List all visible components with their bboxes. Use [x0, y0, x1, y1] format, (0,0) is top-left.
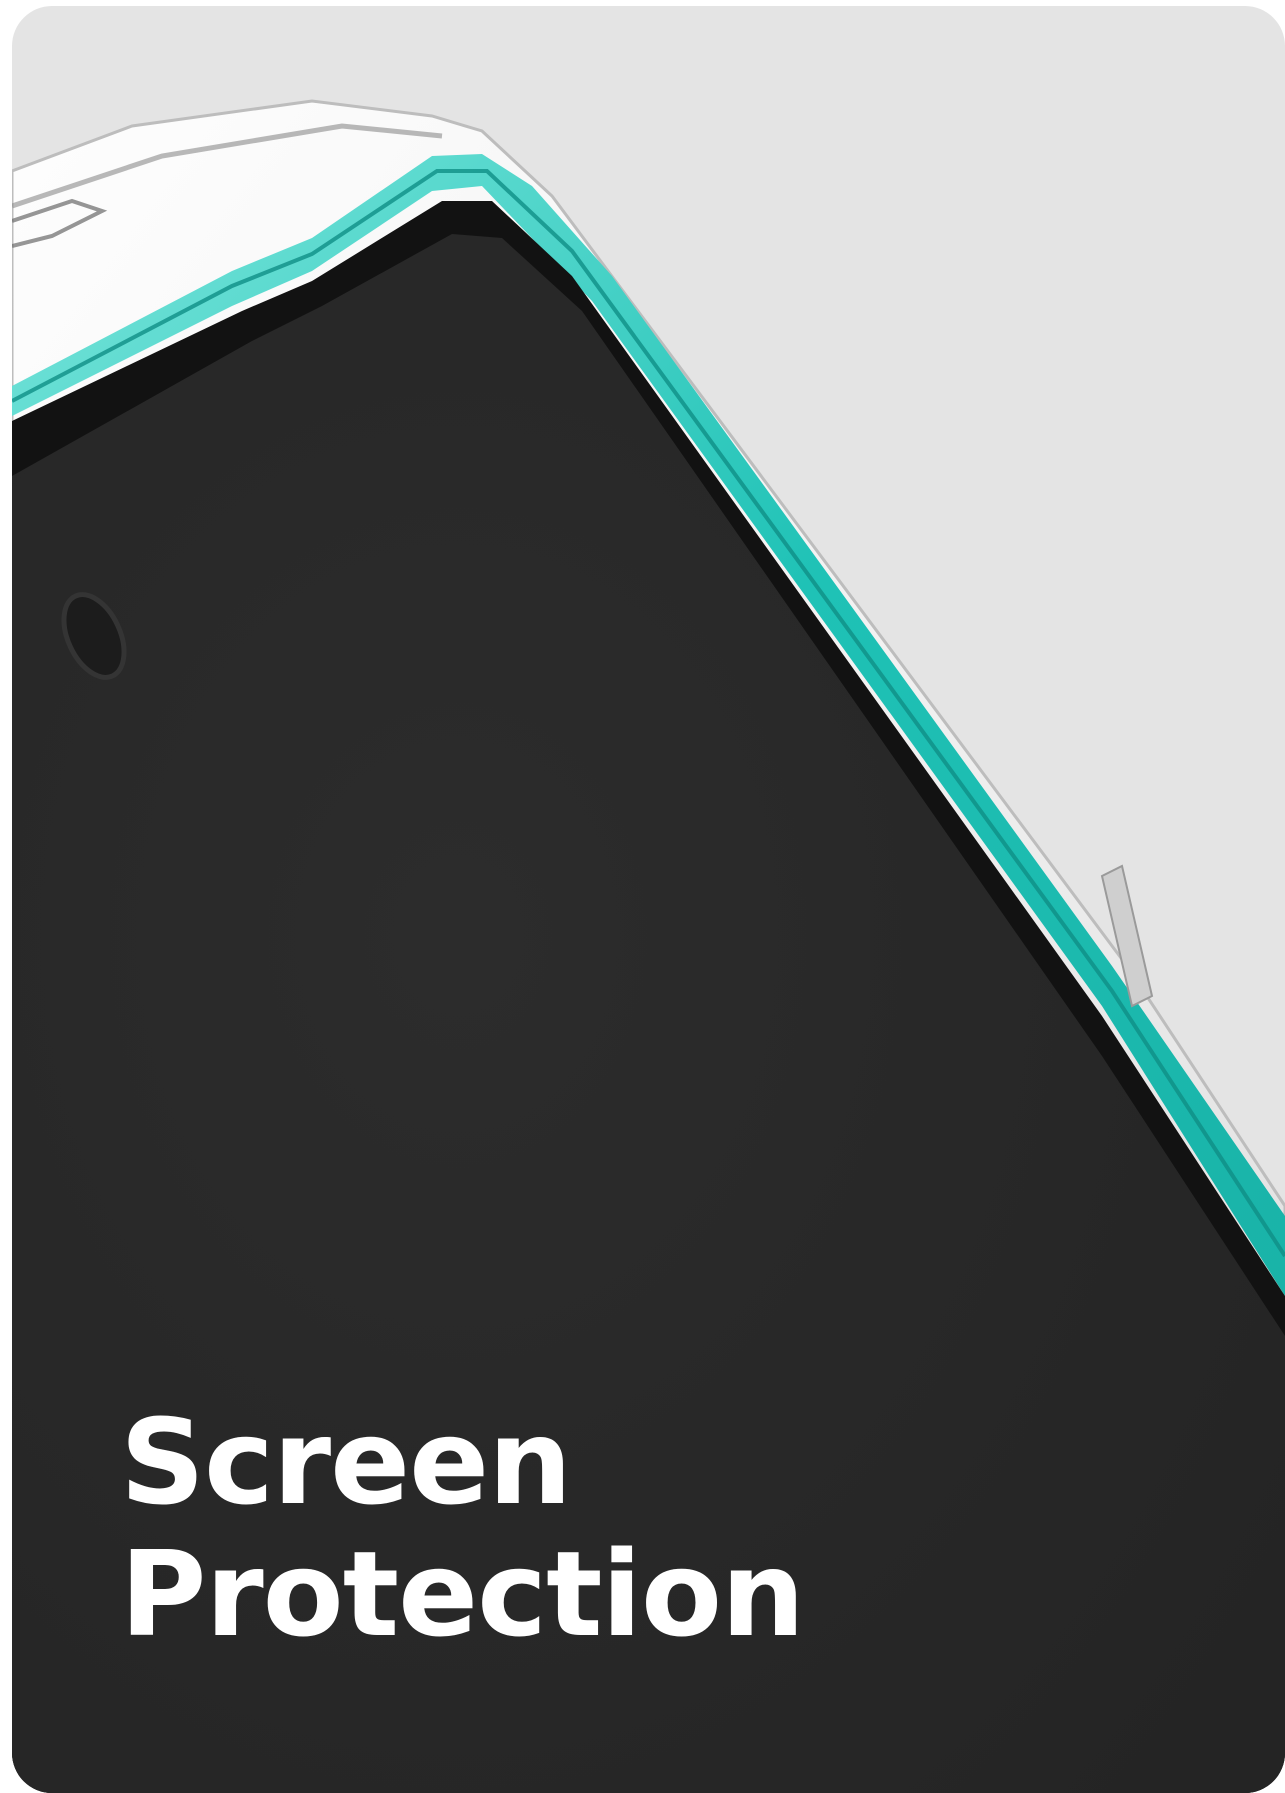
feature-title-line-2: Protection	[120, 1525, 805, 1663]
feature-title: Screen Protection	[120, 1393, 805, 1663]
feature-title-line-1: Screen	[120, 1393, 572, 1531]
product-feature-card: Screen Protection	[12, 6, 1285, 1793]
